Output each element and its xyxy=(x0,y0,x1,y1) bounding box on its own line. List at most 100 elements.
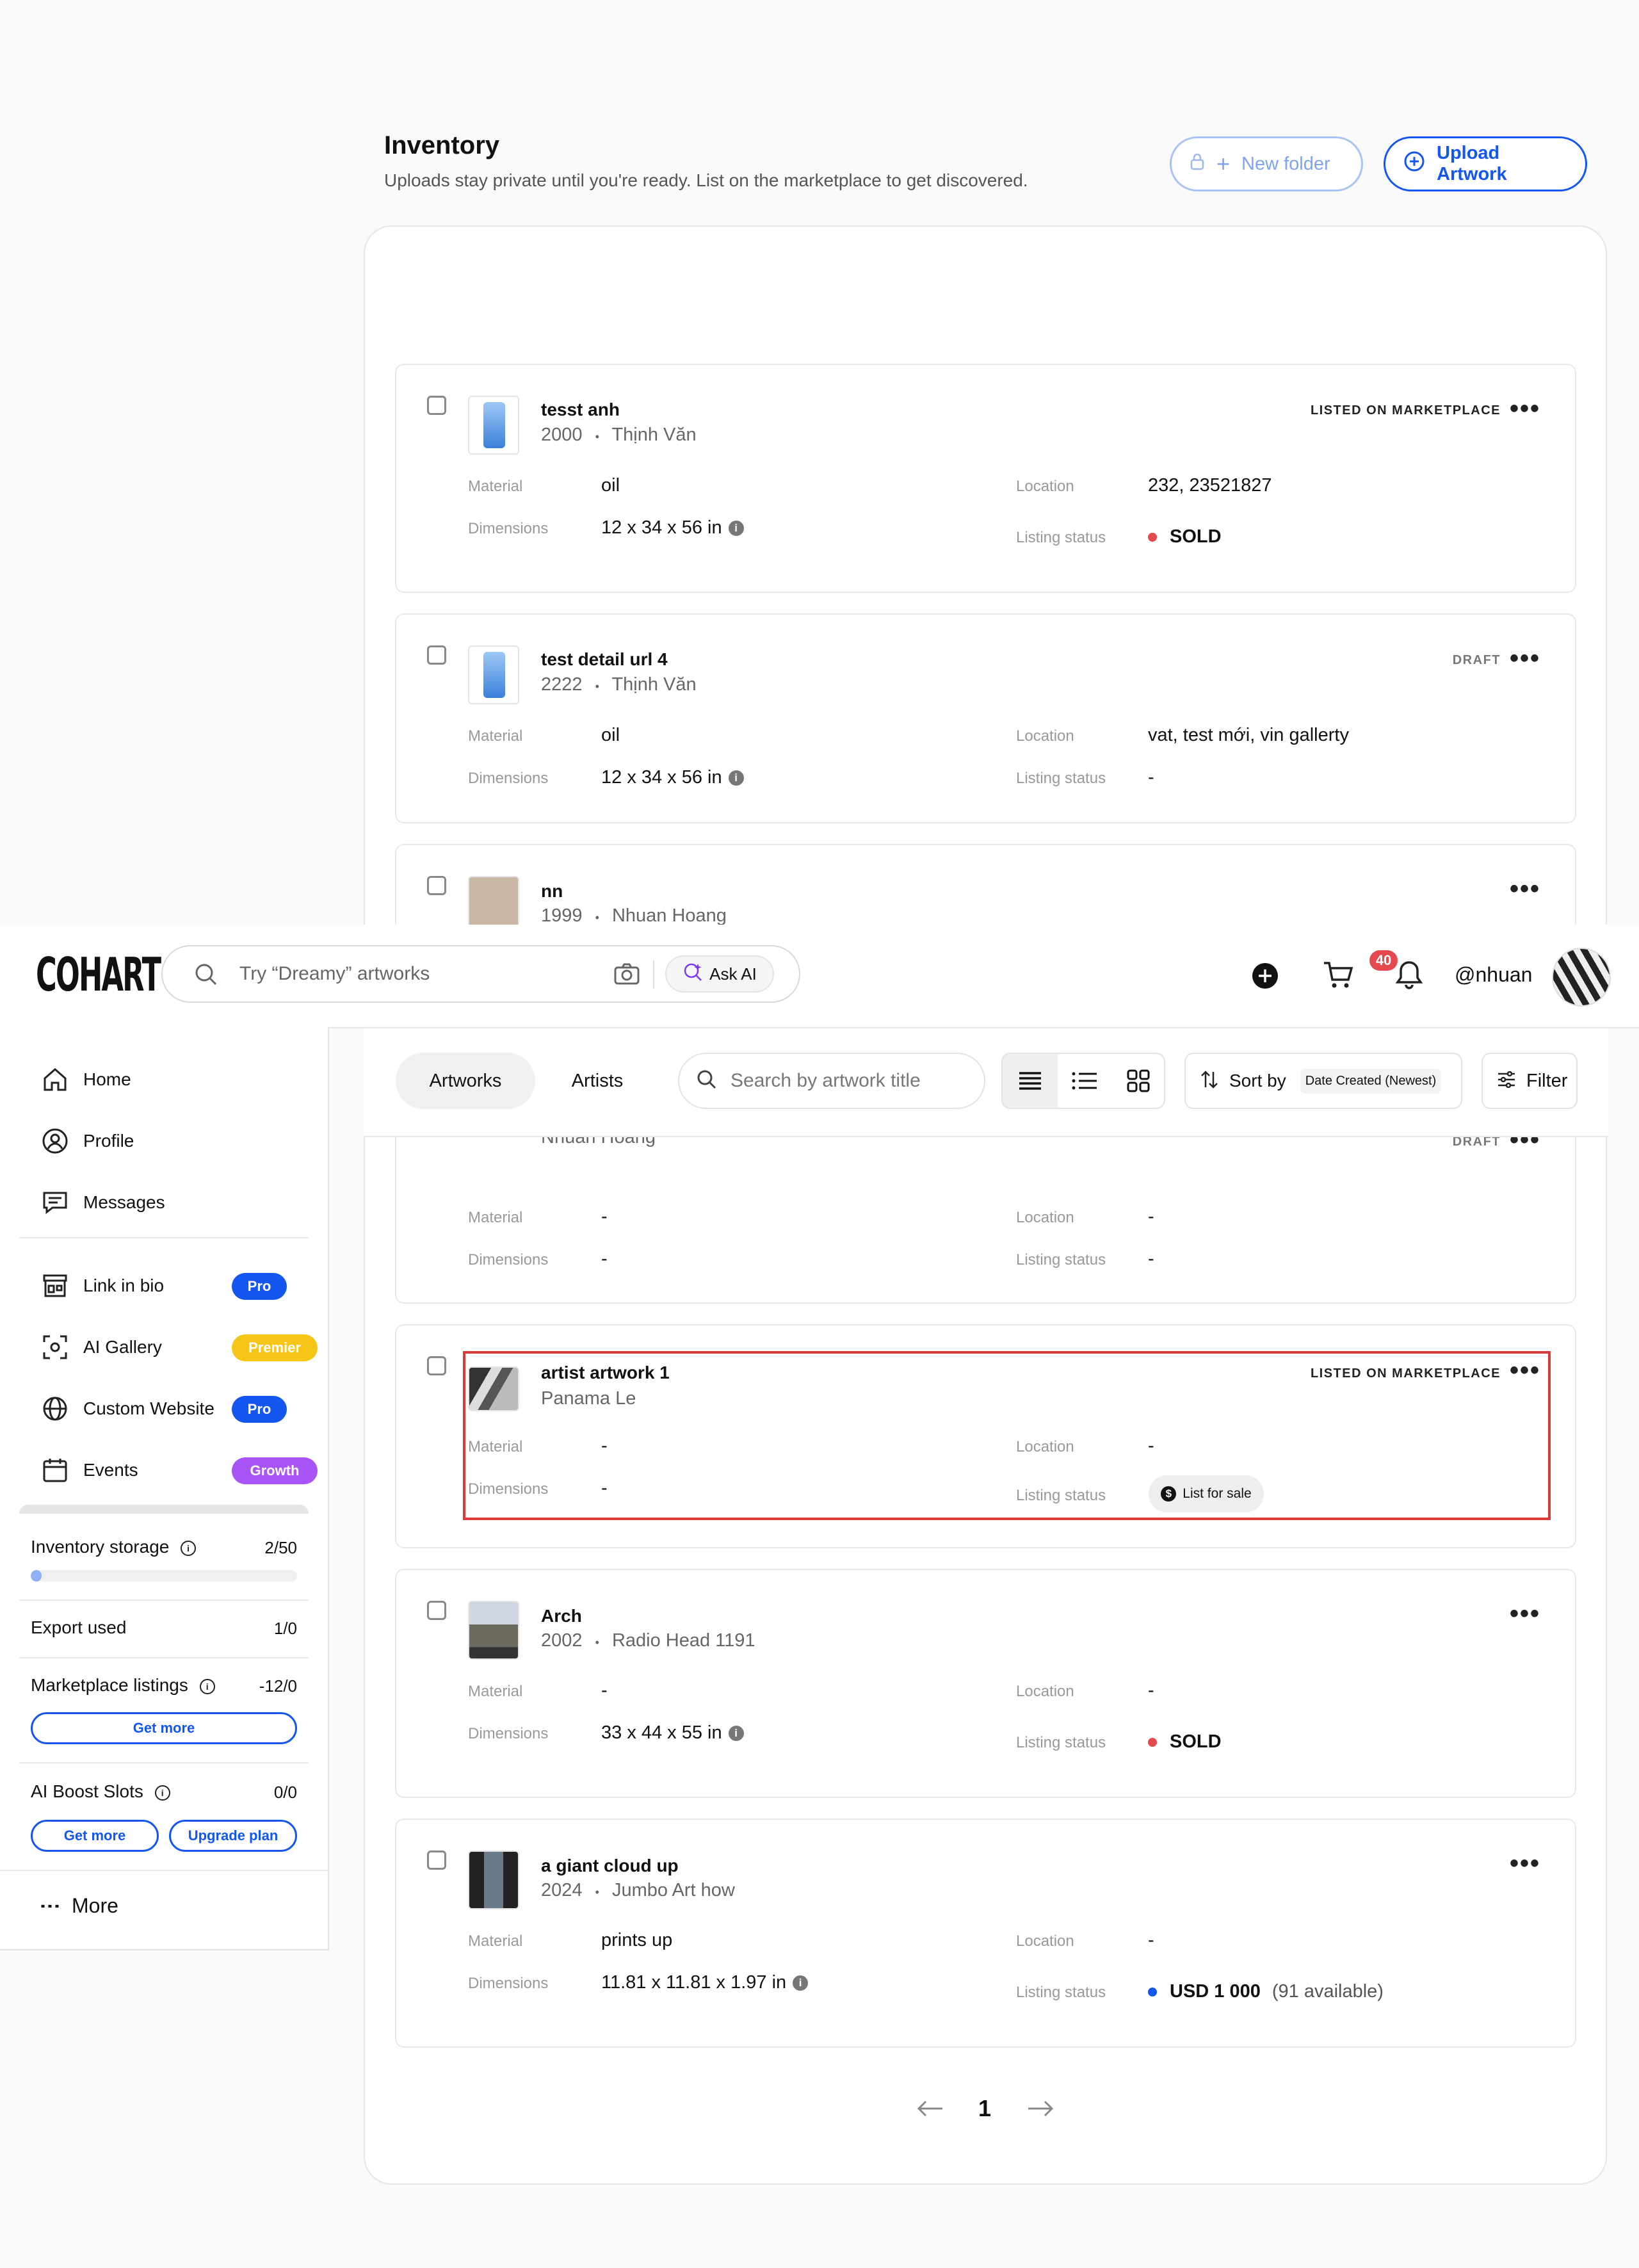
artwork-thumbnail[interactable] xyxy=(468,1601,519,1660)
sidebar-item-messages[interactable]: Messages xyxy=(41,1188,165,1217)
artwork-search-input[interactable]: Search by artwork title xyxy=(678,1053,985,1109)
sidebar-item-label: AI Gallery xyxy=(83,1337,162,1357)
artwork-title[interactable]: nn xyxy=(541,881,563,902)
get-more-listings-button[interactable]: Get more xyxy=(31,1712,297,1744)
cohart-logo[interactable]: COHART xyxy=(36,948,161,1001)
artwork-title[interactable]: a giant cloud up xyxy=(541,1856,679,1876)
sort-dropdown[interactable]: Sort by Date Created (Newest) xyxy=(1184,1053,1462,1109)
listing-status-label: Listing status xyxy=(1016,1251,1106,1268)
dimensions-value: 11.81 x 11.81 x 1.97 in i xyxy=(601,1972,809,1993)
username[interactable]: @nhuan xyxy=(1455,963,1532,987)
sidebar-item-ai-gallery[interactable]: AI Gallery xyxy=(41,1333,162,1361)
artwork-thumbnail[interactable] xyxy=(468,1851,519,1909)
artwork-card[interactable]: a giant cloud up 2024 • Jumbo Art how ••… xyxy=(395,1818,1576,2048)
next-page-icon[interactable] xyxy=(1026,2099,1055,2121)
sidebar-item-link-in-bio[interactable]: Link in bio xyxy=(41,1272,164,1300)
list-for-sale-label: List for sale xyxy=(1183,1486,1252,1501)
select-checkbox[interactable] xyxy=(427,396,446,415)
more-options-icon[interactable]: ••• xyxy=(1510,645,1540,671)
material-value: oil xyxy=(601,475,620,496)
search-icon xyxy=(193,962,219,991)
artwork-meta: 1999 • Nhuan Hoang xyxy=(541,905,727,926)
select-checkbox[interactable] xyxy=(427,1601,446,1620)
dimensions-label: Dimensions xyxy=(468,1975,549,1992)
sidebar-item-events[interactable]: Events xyxy=(41,1456,138,1484)
artwork-card[interactable]: tesst anh 2000 • Thịnh Văn LISTED ON MAR… xyxy=(395,364,1576,593)
more-options-icon[interactable]: ••• xyxy=(1510,1851,1540,1876)
lock-icon xyxy=(1190,152,1205,175)
dimensions-value: 12 x 34 x 56 in i xyxy=(601,517,744,539)
cart-icon[interactable] xyxy=(1323,960,1353,993)
status-badge: DRAFT xyxy=(1452,653,1501,667)
material-label: Material xyxy=(468,1932,523,1950)
list-for-sale-button[interactable]: $ List for sale xyxy=(1149,1475,1264,1512)
artwork-title[interactable]: tesst anh xyxy=(541,400,620,420)
info-icon: i xyxy=(181,1540,197,1556)
tab-artists[interactable]: Artists xyxy=(549,1053,645,1109)
get-more-boost-button[interactable]: Get more xyxy=(31,1820,159,1852)
global-search[interactable]: Try “Dreamy” artworks Ask AI xyxy=(161,945,800,1003)
calendar-icon xyxy=(43,1459,67,1482)
storefront-icon xyxy=(43,1274,67,1297)
ask-ai-button[interactable]: Ask AI xyxy=(665,955,774,992)
dimensions-value: 33 x 44 x 55 in i xyxy=(601,1722,744,1744)
new-folder-button[interactable]: + New folder xyxy=(1170,136,1363,191)
material-value: - xyxy=(601,1206,608,1227)
sidebar-divider xyxy=(19,1762,309,1763)
select-checkbox[interactable] xyxy=(427,645,446,665)
prev-page-icon[interactable] xyxy=(916,2099,945,2121)
material-label: Material xyxy=(468,727,523,745)
dimensions-label: Dimensions xyxy=(468,1251,549,1268)
artwork-card[interactable]: Arch 2002 • Radio Head 1191 ••• Material… xyxy=(395,1569,1576,1798)
select-checkbox[interactable] xyxy=(427,876,446,895)
dimensions-label: Dimensions xyxy=(468,1725,549,1742)
sidebar-item-label: Events xyxy=(83,1460,138,1480)
growth-badge: Growth xyxy=(232,1457,318,1484)
sort-icon xyxy=(1200,1070,1219,1092)
page-number[interactable]: 1 xyxy=(978,2095,991,2122)
sidebar-item-custom-website[interactable]: Custom Website xyxy=(41,1395,214,1423)
dimensions-label: Dimensions xyxy=(468,520,549,537)
sidebar-item-profile[interactable]: Profile xyxy=(41,1127,134,1155)
sidebar-item-label: Home xyxy=(83,1069,131,1089)
artwork-meta: 2002 • Radio Head 1191 xyxy=(541,1630,755,1651)
location-value: - xyxy=(1148,1206,1154,1227)
more-options-icon[interactable]: ••• xyxy=(1510,1601,1540,1626)
location-label: Location xyxy=(1016,727,1074,745)
artwork-title[interactable]: Arch xyxy=(541,1606,582,1626)
sidebar-more[interactable]: ⋮ More xyxy=(39,1894,118,1918)
material-label: Material xyxy=(468,478,523,495)
sold-dot-icon xyxy=(1148,1738,1157,1747)
detail-view-icon[interactable] xyxy=(1003,1054,1058,1108)
location-value: - xyxy=(1148,1680,1154,1701)
search-placeholder[interactable]: Try “Dreamy” artworks xyxy=(239,963,430,985)
artwork-thumbnail[interactable] xyxy=(468,396,519,455)
artwork-card[interactable]: test detail url 4 2222 • Thịnh Văn DRAFT… xyxy=(395,613,1576,823)
add-icon[interactable] xyxy=(1252,962,1279,992)
filter-button[interactable]: Filter xyxy=(1482,1053,1578,1109)
listing-status-value: USD 1 000 (91 available) xyxy=(1148,1981,1384,2002)
bell-icon[interactable] xyxy=(1394,959,1424,993)
grid-view-icon[interactable] xyxy=(1111,1054,1164,1108)
camera-icon[interactable] xyxy=(613,962,640,989)
artwork-title[interactable]: test detail url 4 xyxy=(541,649,668,670)
listing-status-label: Listing status xyxy=(1016,770,1106,787)
more-options-icon[interactable]: ••• xyxy=(1510,876,1540,902)
listing-status-value: SOLD xyxy=(1148,1731,1222,1753)
select-checkbox[interactable] xyxy=(427,1851,446,1870)
sidebar-item-home[interactable]: Home xyxy=(41,1065,131,1094)
more-options-icon[interactable]: ••• xyxy=(1510,396,1540,421)
upload-artwork-button[interactable]: Upload Artwork xyxy=(1384,136,1587,191)
material-value: prints up xyxy=(601,1930,673,1950)
avatar[interactable] xyxy=(1552,948,1611,1007)
location-label: Location xyxy=(1016,478,1074,495)
info-icon: i xyxy=(793,1975,809,1991)
info-icon: i xyxy=(154,1785,170,1801)
tab-artworks[interactable]: Artworks xyxy=(396,1053,535,1109)
search-divider xyxy=(653,960,654,989)
select-checkbox[interactable] xyxy=(427,1356,446,1375)
list-view-icon[interactable] xyxy=(1058,1054,1111,1108)
upgrade-plan-button[interactable]: Upgrade plan xyxy=(169,1820,297,1852)
artwork-thumbnail[interactable] xyxy=(468,645,519,704)
marketplace-listings-label: Marketplace listings i xyxy=(31,1675,215,1696)
